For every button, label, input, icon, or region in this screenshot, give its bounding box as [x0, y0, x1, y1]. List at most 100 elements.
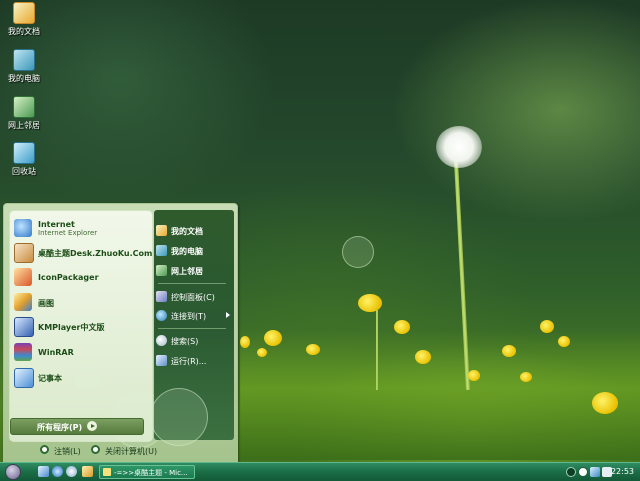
menu-item-network-places[interactable]: 网上邻居	[154, 264, 228, 278]
quick-launch-ie-icon[interactable]	[52, 466, 63, 477]
bokeh-bubble	[342, 236, 374, 268]
system-tray: 22:53	[562, 464, 640, 480]
yellow-flower	[558, 336, 570, 347]
search-icon	[156, 335, 167, 346]
arrow-right-icon	[87, 421, 97, 431]
submenu-arrow-icon	[226, 312, 230, 318]
start-button[interactable]	[5, 464, 21, 480]
taskbar: -=>>桌酷主题 - Mic... 22:53	[0, 462, 640, 481]
yellow-flower	[520, 372, 532, 382]
menu-item-control-panel[interactable]: 控制面板(C)	[154, 290, 228, 304]
menu-item-title: IconPackager	[38, 273, 99, 282]
menu-item-my-documents[interactable]: 我的文档	[154, 224, 228, 238]
menu-item-title: 桌酷主题Desk.ZhuoKu.Com	[38, 249, 153, 258]
kmplayer-icon	[14, 317, 34, 337]
grass	[240, 330, 640, 460]
menu-item-label: 网上邻居	[171, 267, 203, 276]
yellow-flower	[592, 392, 618, 414]
logoff-button[interactable]: 注销(L)	[40, 444, 88, 458]
menu-item-title: 记事本	[38, 374, 62, 383]
network-icon	[156, 265, 167, 276]
menu-item-label: 连接到(T)	[171, 312, 207, 321]
menu-item-title: Internet	[38, 220, 75, 229]
menu-divider	[158, 328, 226, 329]
zhuoku-icon	[14, 243, 34, 263]
yellow-flower	[415, 350, 431, 364]
control-panel-icon	[156, 291, 167, 302]
tray-network-icon[interactable]	[590, 467, 600, 477]
menu-item-connect-to[interactable]: 连接到(T)	[154, 309, 230, 323]
menu-item-my-computer[interactable]: 我的电脑	[154, 244, 228, 258]
menu-item-label: 我的电脑	[171, 247, 203, 256]
menu-item-label: 我的文档	[171, 227, 203, 236]
desktop-icon-recycle-bin[interactable]: 回收站	[0, 142, 48, 176]
menu-item-notepad[interactable]: 记事本	[11, 367, 147, 388]
shutdown-icon	[91, 445, 100, 454]
desktop-icon-computer[interactable]: 我的电脑	[0, 49, 48, 83]
desktop-icon-label: 网上邻居	[8, 121, 40, 130]
menu-item-title: WinRAR	[38, 348, 74, 357]
menu-item-iconpackager[interactable]: IconPackager	[11, 267, 147, 287]
yellow-flower	[257, 348, 267, 357]
iconpackager-icon	[14, 268, 32, 286]
all-programs-button[interactable]: 所有程序(P)	[10, 418, 144, 435]
menu-item-title: KMPlayer中文版	[38, 323, 105, 332]
paint-icon	[14, 293, 32, 311]
menu-item-label: 运行(R)...	[171, 357, 207, 366]
menu-item-internet[interactable]: Internet Internet Explorer	[11, 218, 147, 238]
menu-item-subtitle: Internet Explorer	[38, 229, 98, 237]
desktop-icon-label: 我的电脑	[8, 74, 40, 83]
yellow-flower	[540, 320, 554, 333]
logoff-label: 注销(L)	[54, 447, 81, 456]
recycle-bin-icon	[13, 142, 35, 164]
start-menu-footer: 注销(L) 关闭计算机(U)	[3, 441, 236, 461]
desktop-icon-documents[interactable]: 我的文档	[0, 2, 48, 36]
bokeh-bubble	[150, 388, 208, 446]
shutdown-button[interactable]: 关闭计算机(U)	[91, 444, 161, 458]
yellow-flower	[306, 344, 320, 355]
yellow-flower	[394, 320, 410, 334]
computer-icon	[13, 49, 35, 71]
all-programs-label: 所有程序(P)	[37, 423, 83, 432]
desktop-icon-label: 回收站	[12, 167, 36, 176]
taskbar-window-label: -=>>桌酷主题 - Mic...	[114, 469, 188, 477]
internet-explorer-icon	[14, 219, 32, 237]
computer-icon	[156, 245, 167, 256]
menu-item-label: 搜索(S)	[171, 337, 199, 346]
winrar-icon	[14, 343, 32, 361]
menu-item-run[interactable]: 运行(R)...	[154, 354, 228, 368]
desktop-icon-label: 我的文档	[8, 27, 40, 36]
documents-icon	[13, 2, 35, 24]
quick-launch-desktop-icon[interactable]	[38, 466, 49, 477]
notepad-icon	[14, 368, 34, 388]
yellow-flower	[240, 336, 250, 348]
quick-launch-explorer-icon[interactable]	[82, 466, 93, 477]
shutdown-label: 关闭计算机(U)	[105, 447, 158, 456]
menu-item-zhuoku[interactable]: 桌酷主题Desk.ZhuoKu.Com	[11, 242, 152, 263]
connect-to-icon	[156, 310, 167, 321]
logoff-icon	[40, 445, 49, 454]
taskbar-window-button[interactable]: -=>>桌酷主题 - Mic...	[99, 465, 195, 479]
menu-item-kmplayer[interactable]: KMPlayer中文版	[11, 316, 147, 337]
dandelion	[436, 126, 482, 168]
run-icon	[156, 355, 167, 366]
yellow-flower	[264, 330, 282, 346]
documents-icon	[156, 225, 167, 236]
folder-icon	[103, 468, 111, 476]
desktop-icon-network[interactable]: 网上邻居	[0, 96, 48, 130]
menu-item-search[interactable]: 搜索(S)	[154, 334, 228, 348]
yellow-flower	[502, 345, 516, 357]
menu-item-label: 控制面板(C)	[171, 293, 215, 302]
flower-stem	[376, 310, 378, 390]
menu-divider	[158, 283, 226, 284]
tray-arrow-icon[interactable]	[566, 467, 576, 477]
network-icon	[13, 96, 35, 118]
menu-item-title: 画图	[38, 299, 54, 308]
menu-item-paint[interactable]: 画图	[11, 292, 147, 312]
quick-launch-media-icon[interactable]	[66, 466, 77, 477]
yellow-flower	[358, 294, 382, 312]
menu-item-winrar[interactable]: WinRAR	[11, 342, 147, 362]
yellow-flower	[468, 370, 480, 381]
taskbar-clock: 22:53	[610, 467, 634, 476]
tray-zhuoku-icon[interactable]	[578, 467, 588, 477]
